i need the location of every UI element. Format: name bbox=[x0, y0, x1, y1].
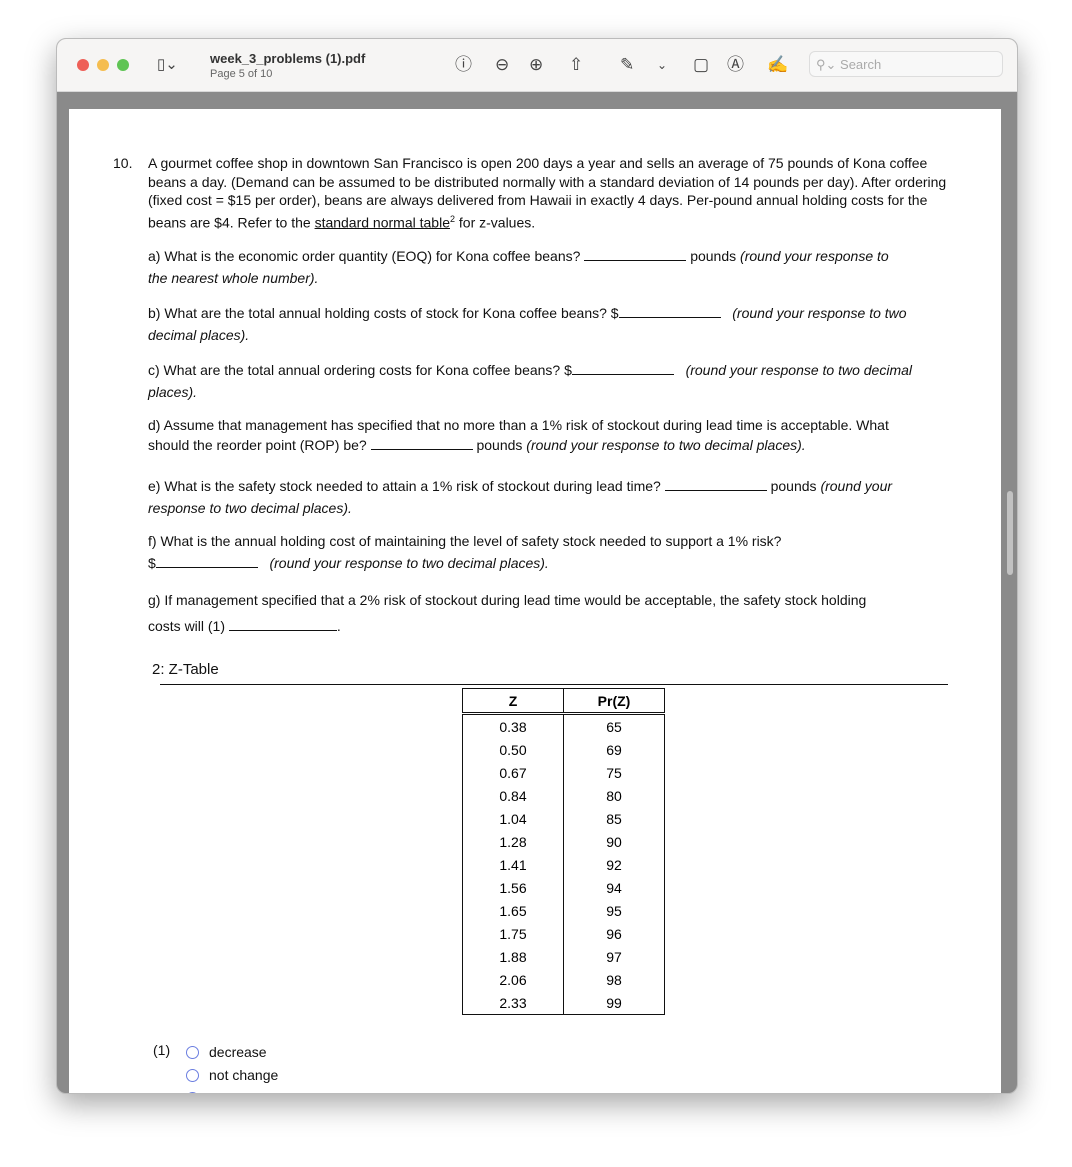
z-cell: 2.06 bbox=[462, 968, 564, 991]
z-cell: 0.50 bbox=[462, 738, 564, 761]
pr-cell: 96 bbox=[563, 922, 665, 945]
document-title: week_3_problems (1).pdf bbox=[210, 51, 366, 66]
part-e: e) What is the safety stock needed to at… bbox=[148, 478, 893, 516]
header-z: Z bbox=[462, 688, 564, 715]
pr-cell: 80 bbox=[563, 784, 665, 807]
table-row: 1.28 90 bbox=[462, 830, 665, 853]
table-row: 1.04 85 bbox=[462, 807, 665, 830]
pr-cell: 99 bbox=[563, 991, 665, 1015]
pr-cell: 69 bbox=[563, 738, 665, 761]
z-cell: 1.65 bbox=[462, 899, 564, 922]
part-f: f) What is the annual holding cost of ma… bbox=[148, 533, 782, 571]
zoom-out-icon[interactable]: ⊖ bbox=[495, 55, 509, 75]
pr-cell: 94 bbox=[563, 876, 665, 899]
safety-cost-input[interactable] bbox=[155, 557, 258, 568]
z-table: Z Pr(Z) 0.38 65 0.50 69 0.67 75 0.84 80 1.04 85 1.2… bbox=[462, 688, 665, 1015]
part-b: b) What are the total annual holding cos… bbox=[148, 305, 907, 343]
question-number: 10. bbox=[113, 155, 133, 171]
pr-cell: 97 bbox=[563, 945, 665, 968]
z-cell: 1.28 bbox=[462, 830, 564, 853]
z-cell: 0.38 bbox=[462, 713, 564, 738]
part-g: g) If management specified that a 2% ris… bbox=[148, 592, 867, 634]
choice-increase[interactable]: increase bbox=[186, 1087, 278, 1093]
table-row: 0.38 65 bbox=[462, 713, 665, 738]
divider bbox=[160, 684, 948, 685]
pr-cell: 92 bbox=[563, 853, 665, 876]
choices-label: (1) bbox=[153, 1042, 171, 1058]
pr-cell: 95 bbox=[563, 899, 665, 922]
sidebar-icon[interactable]: ▯⌄ bbox=[157, 55, 178, 75]
table-row: 1.75 96 bbox=[462, 922, 665, 945]
minimize-button[interactable] bbox=[97, 59, 109, 71]
toolbar: ▯⌄ week_3_problems (1).pdf Page 5 of 10 … bbox=[57, 39, 1017, 92]
table-row: 1.41 92 bbox=[462, 853, 665, 876]
standard-normal-table-link[interactable]: standard normal table bbox=[315, 214, 450, 230]
z-cell: 1.56 bbox=[462, 876, 564, 899]
table-row: 1.88 97 bbox=[462, 945, 665, 968]
rop-input[interactable] bbox=[370, 439, 473, 450]
zoom-button[interactable] bbox=[117, 59, 129, 71]
markup-icon[interactable]: Ⓐ bbox=[727, 55, 744, 75]
z-cell: 1.41 bbox=[462, 853, 564, 876]
holding-cost-input[interactable] bbox=[618, 307, 721, 318]
radio-icon[interactable] bbox=[186, 1092, 199, 1093]
zoom-in-icon[interactable]: ⊕ bbox=[529, 55, 543, 75]
share-icon[interactable]: ⇧ bbox=[569, 55, 583, 75]
preview-window: ▯⌄ week_3_problems (1).pdf Page 5 of 10 … bbox=[56, 38, 1018, 1094]
ztable-title: 2: Z-Table bbox=[152, 661, 219, 678]
safety-stock-input[interactable] bbox=[664, 480, 767, 491]
choice-decrease[interactable]: decrease bbox=[186, 1041, 278, 1064]
table-row: 0.50 69 bbox=[462, 738, 665, 761]
close-button[interactable] bbox=[77, 59, 89, 71]
part-c: c) What are the total annual ordering co… bbox=[148, 362, 913, 400]
choices: decrease not change increase bbox=[186, 1041, 278, 1093]
header-prz: Pr(Z) bbox=[563, 688, 665, 715]
ordering-cost-input[interactable] bbox=[571, 364, 674, 375]
table-row: 1.56 94 bbox=[462, 876, 665, 899]
rotate-icon[interactable]: ▢ bbox=[693, 55, 709, 75]
pr-cell: 65 bbox=[563, 713, 665, 738]
question-intro: A gourmet coffee shop in downtown San Fr… bbox=[148, 155, 947, 231]
radio-icon[interactable] bbox=[186, 1046, 199, 1059]
part-d: d) Assume that management has specified … bbox=[148, 417, 889, 453]
sign-icon[interactable]: ✍ bbox=[767, 55, 788, 75]
radio-icon[interactable] bbox=[186, 1069, 199, 1082]
dropdown-1[interactable] bbox=[228, 620, 337, 631]
table-row: 0.67 75 bbox=[462, 761, 665, 784]
table-row: 2.06 98 bbox=[462, 968, 665, 991]
info-icon[interactable]: ⓘ bbox=[455, 55, 472, 75]
scrollbar[interactable] bbox=[1007, 491, 1013, 575]
z-cell: 0.84 bbox=[462, 784, 564, 807]
highlight-pen-icon[interactable]: ✎ bbox=[620, 55, 634, 75]
table-row: 2.33 99 bbox=[462, 991, 665, 1015]
table-row: 0.84 80 bbox=[462, 784, 665, 807]
z-cell: 1.88 bbox=[462, 945, 564, 968]
pr-cell: 90 bbox=[563, 830, 665, 853]
part-a: a) What is the economic order quantity (… bbox=[148, 248, 889, 286]
search-placeholder: Search bbox=[840, 57, 882, 72]
pr-cell: 75 bbox=[563, 761, 665, 784]
pdf-page: 10. A gourmet coffee shop in downtown Sa… bbox=[69, 109, 1001, 1093]
search-input[interactable]: ⚲⌄ Search bbox=[809, 51, 1003, 77]
table-row: 1.65 95 bbox=[462, 899, 665, 922]
pr-cell: 98 bbox=[563, 968, 665, 991]
eoq-input[interactable] bbox=[584, 250, 687, 261]
page-indicator: Page 5 of 10 bbox=[210, 68, 273, 80]
z-cell: 2.33 bbox=[462, 991, 564, 1015]
chevron-down-icon[interactable]: ⌄ bbox=[657, 55, 667, 75]
z-cell: 0.67 bbox=[462, 761, 564, 784]
search-icon: ⚲⌄ bbox=[816, 57, 841, 72]
z-cell: 1.75 bbox=[462, 922, 564, 945]
pr-cell: 85 bbox=[563, 807, 665, 830]
z-cell: 1.04 bbox=[462, 807, 564, 830]
choice-not-change[interactable]: not change bbox=[186, 1064, 278, 1087]
